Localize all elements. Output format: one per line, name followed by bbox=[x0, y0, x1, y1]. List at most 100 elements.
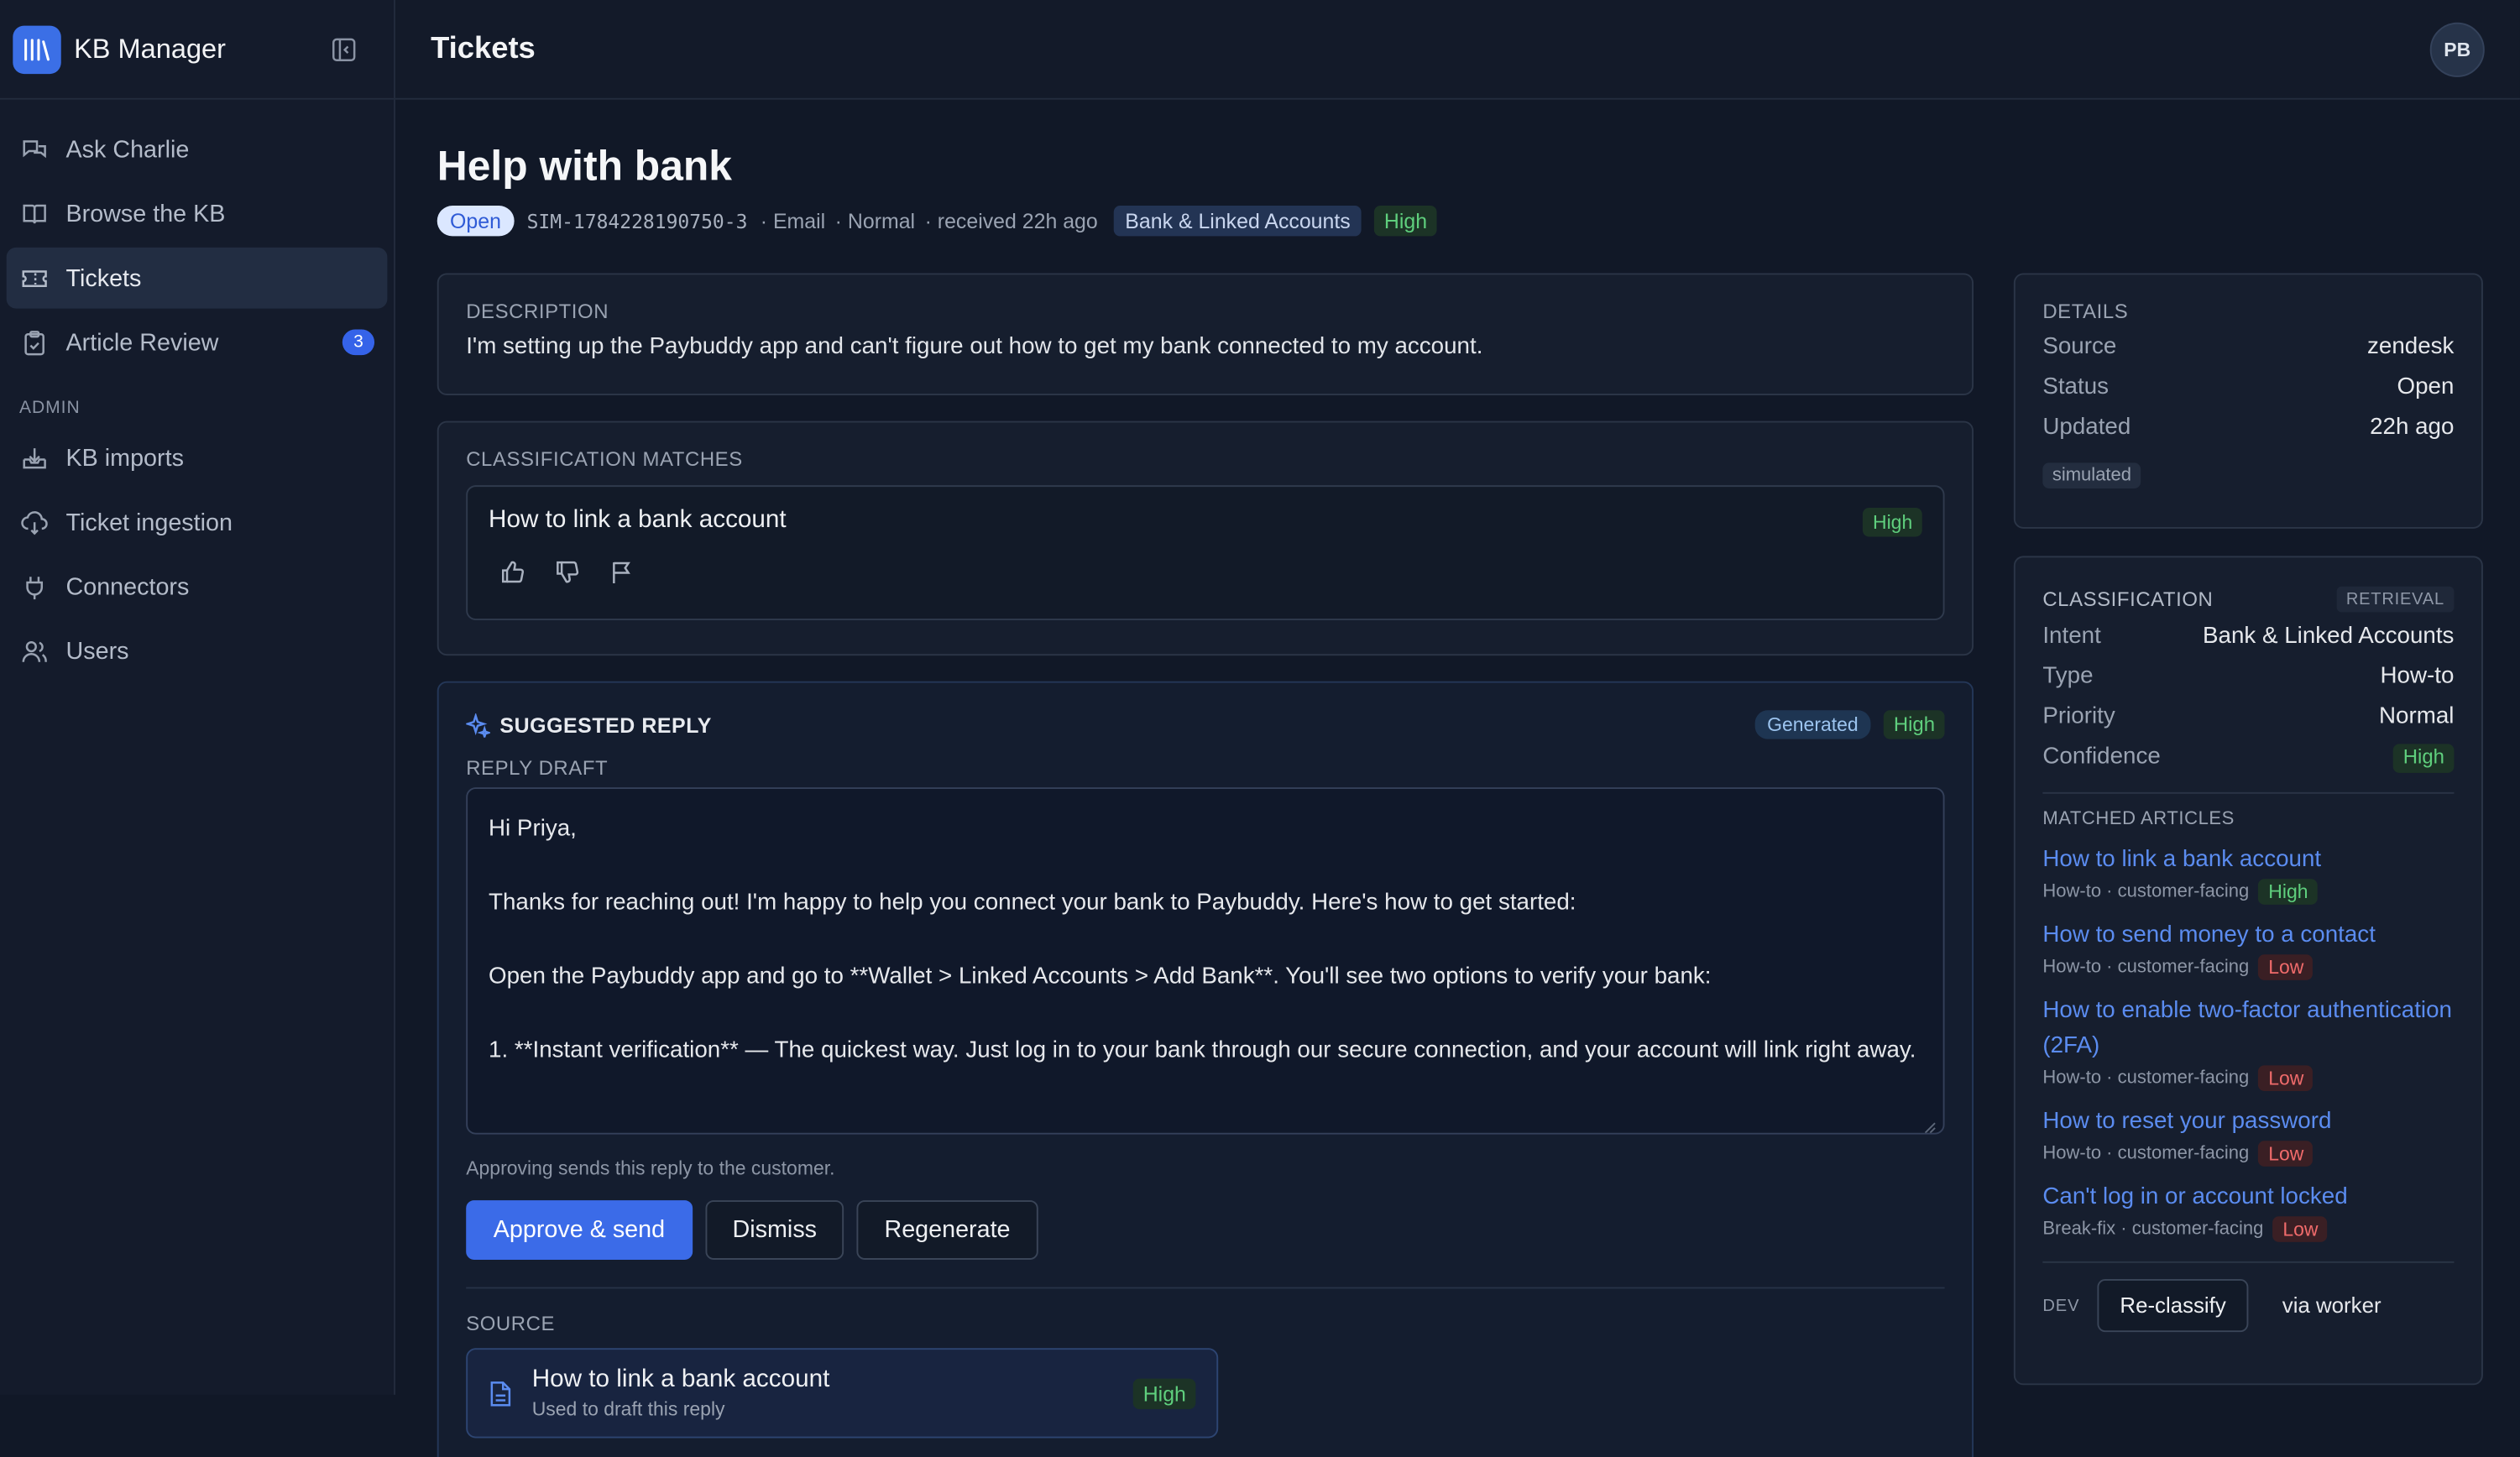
article-meta-text: How-to · customer-facing bbox=[2042, 958, 2250, 978]
page-header-title: Tickets bbox=[431, 31, 536, 65]
sidebar-item-label: Browse the KB bbox=[65, 200, 226, 227]
article-score-badge: Low bbox=[2258, 1141, 2313, 1167]
library-logo-icon[interactable] bbox=[13, 24, 61, 74]
intent-tag: Bank & Linked Accounts bbox=[1113, 206, 1362, 237]
classification-key: Type bbox=[2042, 663, 2094, 690]
simulated-tag: simulated bbox=[2042, 462, 2141, 489]
matched-articles-label: MATCHED ARTICLES bbox=[2042, 809, 2235, 829]
approve-hint: Approving sends this reply to the custom… bbox=[466, 1157, 835, 1180]
source-info: How to link a bank account Used to draft… bbox=[532, 1366, 1121, 1420]
ticket-id: SIM-1784228190750-3 bbox=[526, 209, 748, 232]
source-title: How to link a bank account bbox=[531, 1366, 830, 1393]
retrieval-badge: RETRIEVAL bbox=[2336, 586, 2455, 613]
matched-article: How to link a bank account How-to · cust… bbox=[2042, 842, 2454, 905]
dismiss-button[interactable]: Dismiss bbox=[704, 1200, 844, 1260]
match-item: How to link a bank account High bbox=[466, 485, 1945, 620]
classification-row-priority: Priority Normal bbox=[2042, 704, 2454, 733]
divider bbox=[2042, 1261, 2455, 1263]
details-row-source: Source zendesk bbox=[2042, 334, 2454, 363]
matched-article-meta: How-to · customer-facing Low bbox=[2042, 1065, 2454, 1091]
resize-handle-icon[interactable] bbox=[1921, 1110, 1937, 1133]
matched-article-link[interactable]: How to enable two-factor authentication … bbox=[2042, 993, 2454, 1063]
matched-article-link[interactable]: How to link a bank account bbox=[2042, 842, 2454, 877]
classification-row-confidence: Confidence High bbox=[2042, 744, 2455, 773]
users-icon bbox=[19, 636, 48, 665]
article-meta-text: How-to · customer-facing bbox=[2042, 1068, 2250, 1089]
classification-label: CLASSIFICATION bbox=[2042, 588, 2214, 611]
detail-value: 22h ago bbox=[2370, 414, 2455, 441]
sidebar-item-users[interactable]: Users bbox=[7, 620, 388, 682]
matched-article-link[interactable]: Can't log in or account locked bbox=[2042, 1179, 2454, 1214]
suggested-reply-label: SUGGESTED REPLY bbox=[499, 713, 712, 737]
main-nav: Ask Charlie Browse the KB Tickets Articl… bbox=[0, 100, 394, 682]
sidebar-item-article-review[interactable]: Article Review 3 bbox=[7, 311, 388, 373]
sidebar-item-label: Tickets bbox=[65, 264, 142, 292]
details-label: DETAILS bbox=[2042, 300, 2129, 323]
app-root: KB Manager Ask Charlie Browse the KB Tic… bbox=[0, 0, 2520, 1457]
sidebar-item-label: KB imports bbox=[65, 444, 184, 472]
detail-value: zendesk bbox=[2367, 334, 2455, 360]
source-subtitle: Used to draft this reply bbox=[531, 1397, 725, 1421]
classification-value: Normal bbox=[2378, 703, 2455, 730]
details-row-updated: Updated 22h ago bbox=[2042, 415, 2454, 443]
article-score-badge: Low bbox=[2272, 1216, 2329, 1242]
reply-confidence-badge: High bbox=[1884, 710, 1945, 739]
chat-icon bbox=[19, 135, 48, 164]
classification-key: Confidence bbox=[2042, 744, 2161, 770]
sidebar-item-connectors[interactable]: Connectors bbox=[7, 556, 388, 617]
admin-section-label: ADMIN bbox=[18, 398, 81, 418]
sidebar-item-label: Article Review bbox=[65, 328, 219, 357]
dev-tools: DEV Re-classify via worker bbox=[2042, 1278, 2454, 1333]
cloud-download-icon bbox=[19, 508, 48, 536]
sidebar-item-label: Users bbox=[65, 637, 129, 665]
user-avatar[interactable]: PB bbox=[2429, 21, 2485, 76]
matched-article-link[interactable]: How to send money to a contact bbox=[2042, 917, 2454, 953]
sidebar-item-label: Ask Charlie bbox=[65, 135, 190, 164]
book-icon bbox=[19, 199, 48, 227]
classification-value: Bank & Linked Accounts bbox=[2203, 623, 2455, 650]
details-card: DETAILS Source zendesk Status Open Updat… bbox=[2013, 273, 2483, 529]
dev-label: DEV bbox=[2042, 1296, 2080, 1316]
classification-matches-card: CLASSIFICATION MATCHES How to link a ban… bbox=[437, 420, 1974, 656]
divider bbox=[2042, 791, 2455, 794]
match-feedback bbox=[489, 557, 1922, 586]
source-confidence-badge: High bbox=[1133, 1377, 1196, 1409]
sidebar-item-kb-imports[interactable]: KB imports bbox=[7, 427, 388, 488]
matched-article-meta: How-to · customer-facing Low bbox=[2042, 1141, 2454, 1167]
article-review-count-badge: 3 bbox=[342, 329, 375, 356]
generated-badge: Generated bbox=[1754, 710, 1872, 739]
sidebar-collapse-icon[interactable] bbox=[327, 31, 362, 66]
thumbs-up-icon[interactable] bbox=[498, 557, 526, 586]
article-score-badge: High bbox=[2258, 879, 2319, 905]
sidebar-item-ask-charlie[interactable]: Ask Charlie bbox=[7, 119, 388, 180]
description-label: DESCRIPTION bbox=[466, 300, 609, 323]
sidebar-item-browse-kb[interactable]: Browse the KB bbox=[7, 183, 388, 244]
matched-article-meta: Break-fix · customer-facing Low bbox=[2042, 1216, 2454, 1242]
flag-icon[interactable] bbox=[608, 557, 636, 586]
thumbs-down-icon[interactable] bbox=[553, 557, 582, 586]
draft-line: Thanks for reaching out! I'm happy to he… bbox=[489, 890, 1576, 916]
plug-icon bbox=[19, 572, 48, 601]
classification-row-type: Type How-to bbox=[2042, 664, 2454, 692]
approve-send-button[interactable]: Approve & send bbox=[466, 1200, 693, 1260]
reclassify-button[interactable]: Re-classify bbox=[2097, 1278, 2249, 1333]
sidebar-item-ticket-ingestion[interactable]: Ticket ingestion bbox=[7, 492, 388, 553]
regenerate-button[interactable]: Regenerate bbox=[856, 1200, 1038, 1260]
matched-article-link[interactable]: How to reset your password bbox=[2042, 1104, 2454, 1139]
sidebar-item-tickets[interactable]: Tickets bbox=[6, 247, 388, 309]
classification-matches-label: CLASSIFICATION MATCHES bbox=[466, 448, 743, 471]
reply-draft-label: REPLY DRAFT bbox=[466, 756, 609, 780]
confidence-badge: High bbox=[1374, 206, 1437, 237]
classification-key: Priority bbox=[2042, 703, 2115, 730]
via-worker-toggle[interactable]: via worker bbox=[2282, 1293, 2381, 1318]
ticket-title: Help with bank bbox=[437, 141, 732, 190]
sidebar: KB Manager Ask Charlie Browse the KB Tic… bbox=[0, 0, 395, 1395]
matched-article: How to send money to a contact How-to · … bbox=[2042, 917, 2454, 980]
reply-draft-textarea[interactable]: Hi Priya, Thanks for reaching out! I'm h… bbox=[466, 787, 1945, 1135]
classification-header: CLASSIFICATION RETRIEVAL bbox=[2042, 586, 2455, 613]
ticket-received: · received 22h ago bbox=[924, 208, 1098, 233]
ticket-meta: Open SIM-1784228190750-3 · Email · Norma… bbox=[437, 206, 1437, 237]
source-article[interactable]: How to link a bank account Used to draft… bbox=[466, 1348, 1219, 1439]
draft-line: Hi Priya, bbox=[489, 816, 577, 843]
reply-actions: Approve & send Dismiss Regenerate bbox=[466, 1200, 1944, 1260]
